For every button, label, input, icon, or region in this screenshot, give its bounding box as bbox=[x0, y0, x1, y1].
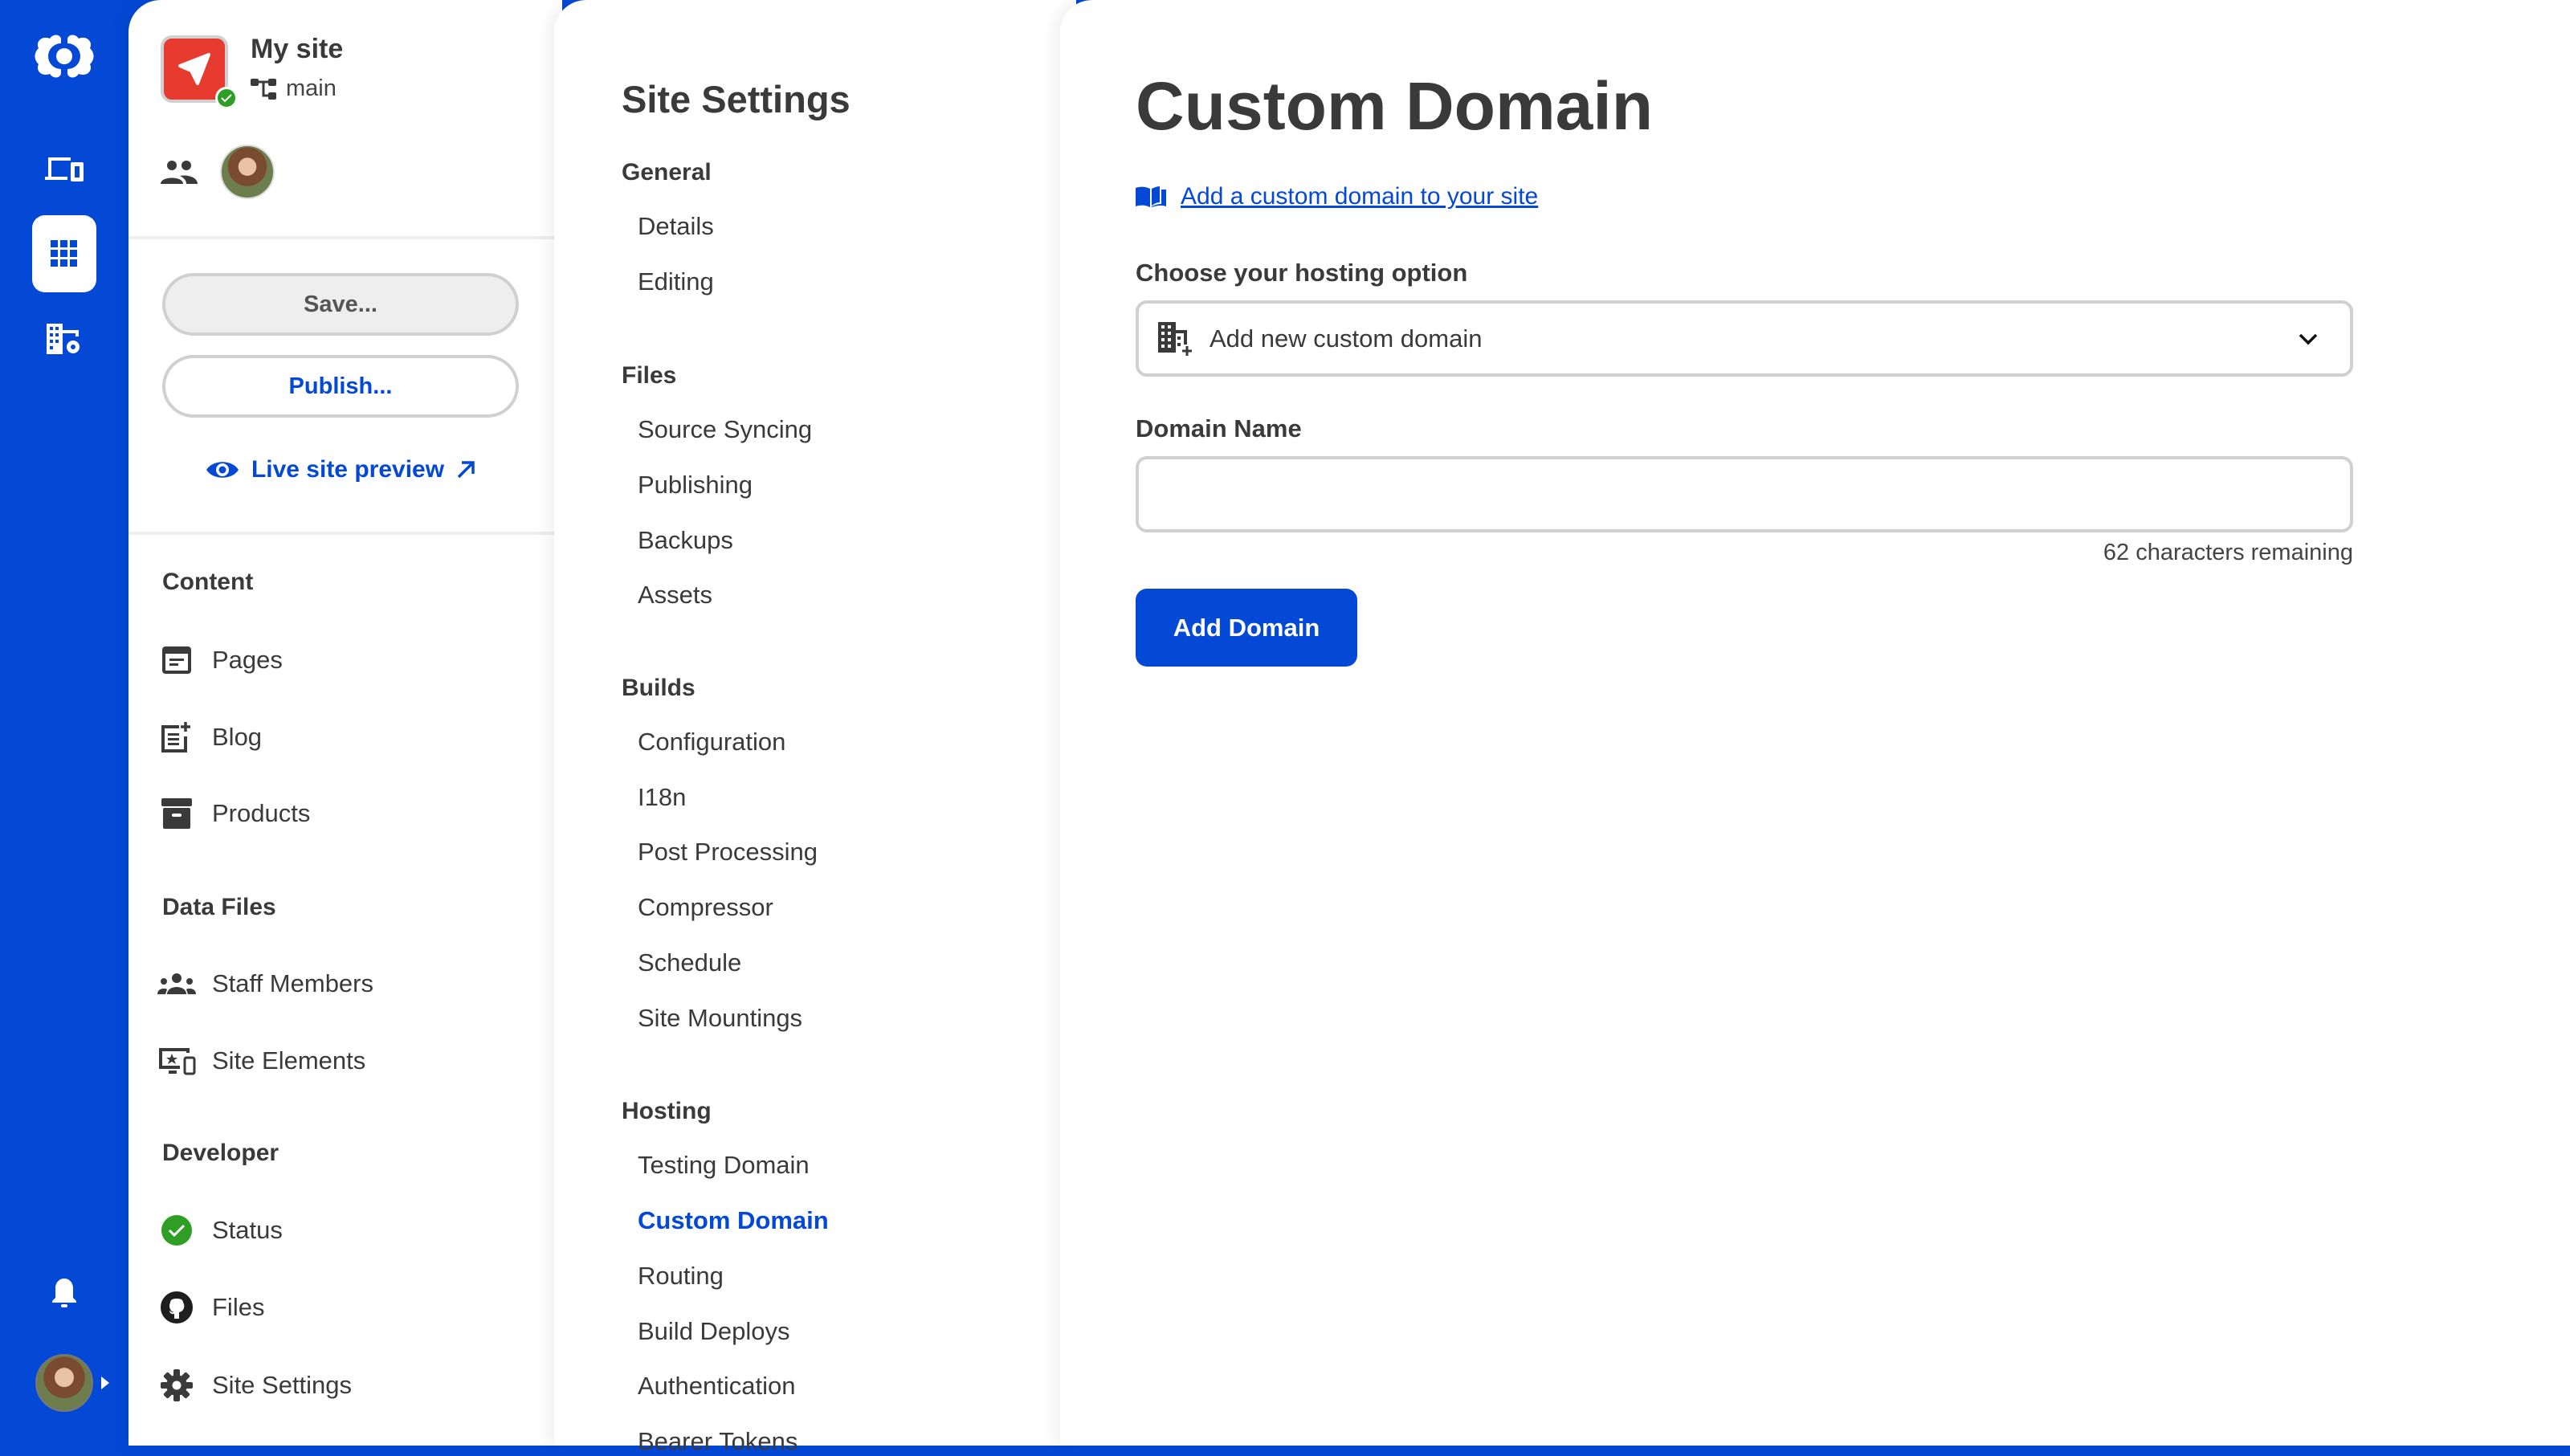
settings-item-assets[interactable]: Assets bbox=[638, 581, 712, 610]
nav-item-site-settings[interactable]: Site Settings bbox=[157, 1365, 352, 1405]
section-heading-data-files: Data Files bbox=[162, 894, 276, 920]
domain-name-label: Domain Name bbox=[1136, 414, 1302, 443]
nav-item-label: Site Settings bbox=[212, 1371, 353, 1399]
people-icon[interactable] bbox=[161, 160, 198, 184]
settings-item-backups[interactable]: Backups bbox=[638, 526, 733, 555]
settings-group-general: General bbox=[622, 159, 712, 186]
check-icon bbox=[221, 94, 232, 103]
divider bbox=[128, 236, 562, 239]
user-avatar bbox=[35, 1354, 93, 1412]
rail-content-button[interactable] bbox=[32, 215, 96, 292]
site-status-badge bbox=[215, 87, 238, 109]
settings-item-authentication[interactable]: Authentication bbox=[638, 1372, 795, 1401]
building-add-icon bbox=[1158, 321, 1192, 356]
branch-icon bbox=[251, 78, 276, 100]
site-name: My site bbox=[251, 34, 344, 64]
github-icon bbox=[161, 1291, 193, 1323]
nav-item-blog[interactable]: Blog bbox=[157, 717, 262, 757]
hosting-option-select[interactable]: Add new custom domain bbox=[1136, 300, 2353, 377]
domain-name-input[interactable] bbox=[1136, 456, 2353, 532]
settings-group-hosting: Hosting bbox=[622, 1098, 712, 1124]
nav-item-status[interactable]: Status bbox=[157, 1210, 283, 1250]
nav-item-label: Staff Members bbox=[212, 969, 374, 997]
settings-item-publishing[interactable]: Publishing bbox=[638, 471, 753, 500]
live-site-preview-link[interactable]: Live site preview bbox=[196, 451, 485, 488]
add-domain-button[interactable]: Add Domain bbox=[1136, 589, 1357, 667]
nav-item-products[interactable]: Products bbox=[157, 793, 310, 834]
bell-icon bbox=[52, 1279, 76, 1307]
hosting-option-value: Add new custom domain bbox=[1210, 324, 1483, 353]
settings-item-bearer-tokens[interactable]: Bearer Tokens bbox=[638, 1427, 798, 1456]
rail-devices-button[interactable] bbox=[32, 130, 96, 207]
settings-item-source-syncing[interactable]: Source Syncing bbox=[638, 415, 812, 444]
logo-button[interactable] bbox=[32, 18, 96, 95]
devices-icon bbox=[45, 157, 84, 181]
publish-button[interactable]: Publish... bbox=[162, 355, 519, 418]
nav-item-files[interactable]: Files bbox=[157, 1287, 264, 1328]
nav-item-label: Pages bbox=[212, 646, 283, 674]
notifications-button[interactable] bbox=[32, 1254, 96, 1332]
settings-item-configuration[interactable]: Configuration bbox=[638, 728, 785, 757]
logo-icon bbox=[35, 35, 94, 78]
send-arrow-icon bbox=[178, 53, 210, 85]
rail-org-settings-button[interactable] bbox=[32, 301, 96, 378]
settings-item-i18n[interactable]: I18n bbox=[638, 783, 686, 812]
apps-grid-icon bbox=[51, 240, 77, 267]
external-arrow-icon bbox=[457, 461, 475, 479]
site-settings-title: Site Settings bbox=[622, 78, 851, 120]
user-menu-button[interactable] bbox=[32, 1344, 109, 1421]
nav-item-label: Files bbox=[212, 1293, 265, 1321]
docs-link[interactable]: Add a custom domain to your site bbox=[1136, 183, 1538, 210]
branch-selector[interactable]: main bbox=[251, 75, 337, 102]
custom-domain-panel: Custom Domain Add a custom domain to you… bbox=[1060, 0, 2570, 1446]
settings-item-editing[interactable]: Editing bbox=[638, 267, 714, 296]
settings-item-testing-domain[interactable]: Testing Domain bbox=[638, 1151, 810, 1180]
group-icon bbox=[157, 973, 196, 994]
chevron-down-icon bbox=[2299, 333, 2318, 345]
gear-icon bbox=[161, 1369, 193, 1401]
settings-group-files: Files bbox=[622, 362, 677, 389]
section-heading-content: Content bbox=[162, 569, 254, 595]
nav-item-staff-members[interactable]: Staff Members bbox=[157, 964, 373, 1004]
save-button[interactable]: Save... bbox=[162, 273, 519, 336]
nav-item-label: Status bbox=[212, 1216, 283, 1244]
caret-right-icon bbox=[101, 1376, 109, 1389]
settings-item-custom-domain[interactable]: Custom Domain bbox=[638, 1206, 829, 1235]
settings-item-routing[interactable]: Routing bbox=[638, 1262, 724, 1291]
page-title: Custom Domain bbox=[1136, 68, 1654, 144]
site-settings-panel: Site Settings General Details Editing Fi… bbox=[554, 0, 1076, 1455]
site-nav-panel: My site main Save... Publish... Live sit… bbox=[128, 0, 562, 1446]
eye-icon bbox=[206, 462, 239, 478]
nav-item-label: Products bbox=[212, 799, 311, 827]
page-icon bbox=[162, 646, 191, 674]
divider bbox=[128, 532, 562, 535]
docs-link-label: Add a custom domain to your site bbox=[1181, 183, 1539, 210]
settings-item-compressor[interactable]: Compressor bbox=[638, 893, 773, 922]
collaborator-avatar[interactable] bbox=[220, 145, 275, 199]
settings-item-build-deploys[interactable]: Build Deploys bbox=[638, 1317, 790, 1346]
live-site-preview-label: Live site preview bbox=[251, 456, 445, 483]
section-heading-developer: Developer bbox=[162, 1140, 279, 1166]
collaborators bbox=[161, 145, 275, 199]
nav-item-label: Blog bbox=[212, 723, 263, 751]
book-icon bbox=[1136, 186, 1166, 207]
archive-box-icon bbox=[161, 798, 192, 829]
check-circle-icon bbox=[161, 1215, 192, 1246]
hosting-option-label: Choose your hosting option bbox=[1136, 259, 1468, 287]
settings-item-details[interactable]: Details bbox=[638, 212, 714, 241]
settings-group-builds: Builds bbox=[622, 675, 696, 701]
app-rail bbox=[0, 0, 128, 1446]
devices-star-icon bbox=[159, 1048, 196, 1075]
post-add-icon bbox=[161, 722, 190, 752]
settings-item-schedule[interactable]: Schedule bbox=[638, 948, 741, 977]
branch-name: main bbox=[286, 75, 337, 101]
building-settings-icon bbox=[47, 324, 80, 354]
nav-item-label: Site Elements bbox=[212, 1046, 366, 1075]
characters-remaining: 62 characters remaining bbox=[2103, 540, 2353, 565]
nav-item-pages[interactable]: Pages bbox=[157, 640, 283, 680]
settings-item-post-processing[interactable]: Post Processing bbox=[638, 838, 818, 867]
settings-item-site-mountings[interactable]: Site Mountings bbox=[638, 1004, 802, 1033]
nav-item-site-elements[interactable]: Site Elements bbox=[157, 1041, 365, 1081]
